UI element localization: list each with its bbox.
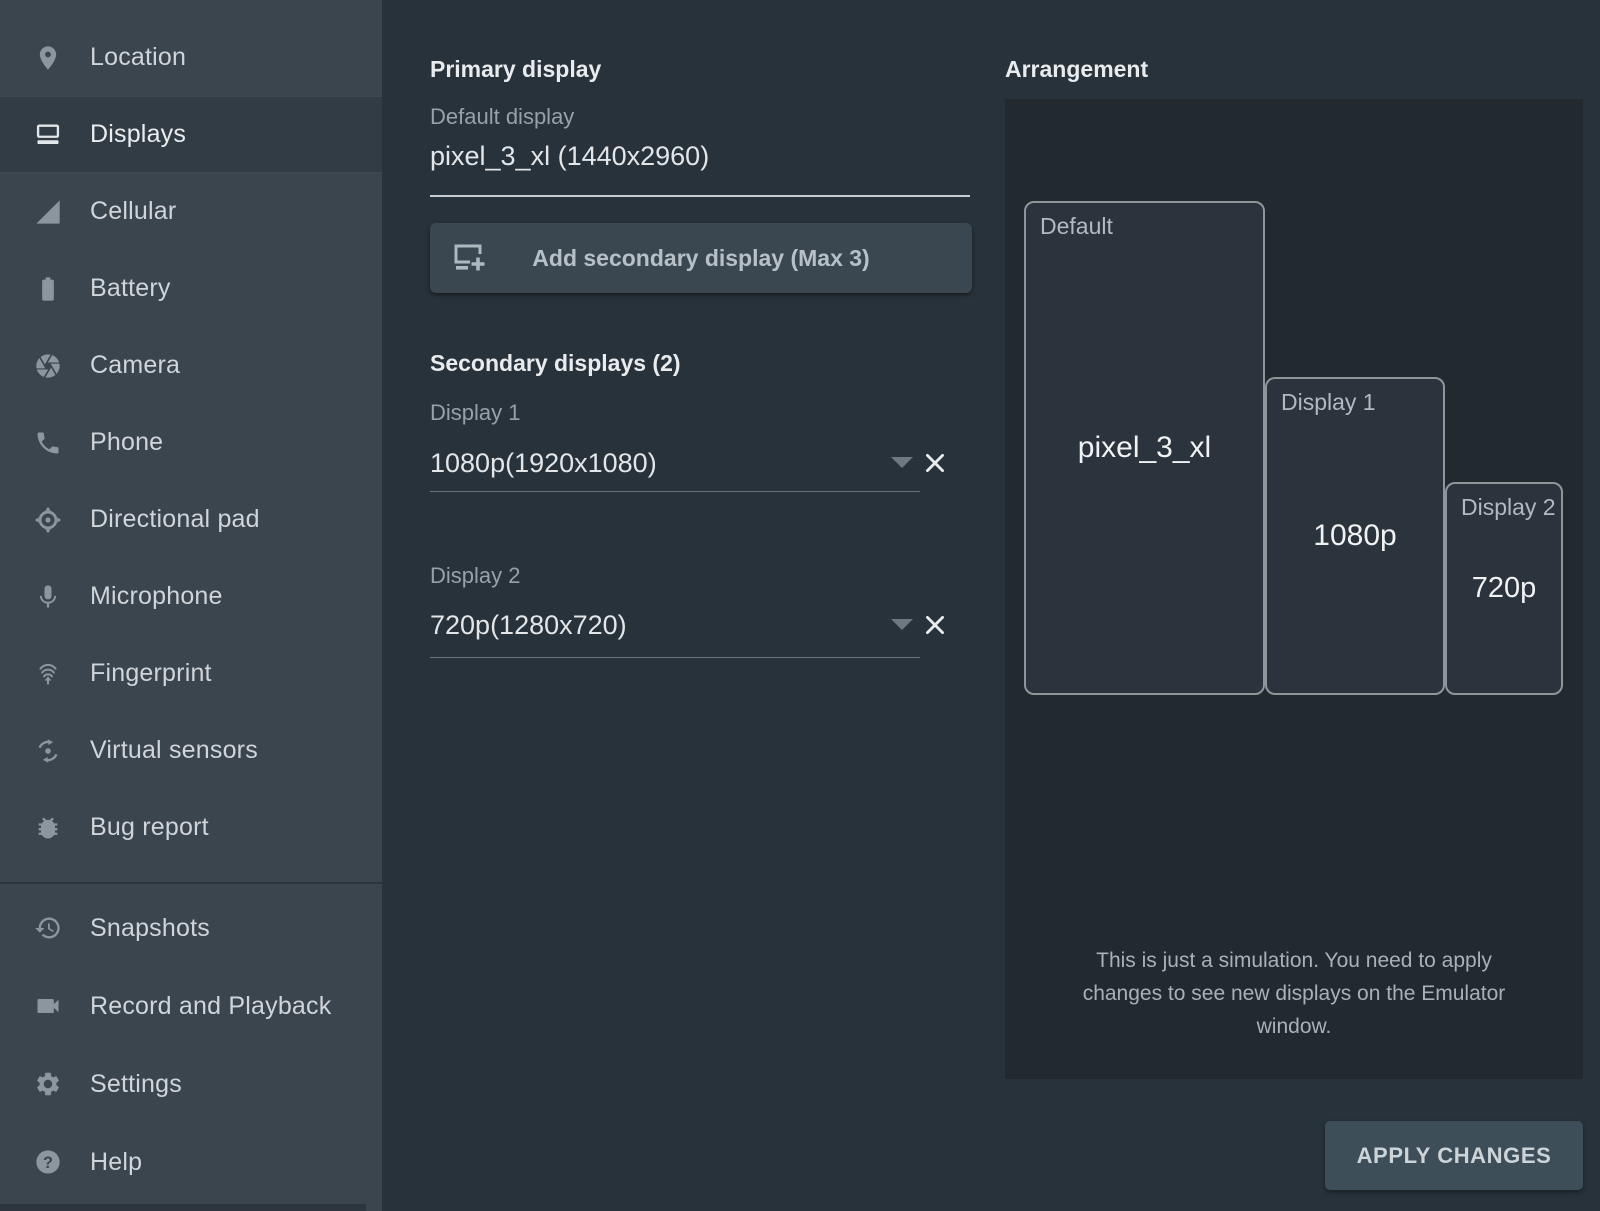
secondary-displays-heading: Secondary displays (2) <box>430 350 681 377</box>
display-2-underline <box>430 657 920 658</box>
sidebar-item-label: Settings <box>90 1070 182 1099</box>
display-1-dropdown-value[interactable]: 1080p(1920x1080) <box>430 448 657 479</box>
sidebar: Location Displays Cellular Battery <box>0 0 382 1211</box>
sidebar-item-label: Battery <box>90 274 171 303</box>
bug-report-icon <box>34 814 62 842</box>
default-display-value: pixel_3_xl (1440x2960) <box>430 141 709 172</box>
display-1-label: Display 1 <box>430 400 520 426</box>
sidebar-item-directional-pad[interactable]: Directional pad <box>0 481 382 558</box>
dpad-icon <box>34 506 62 534</box>
arrangement-heading: Arrangement <box>1005 56 1148 83</box>
simulation-note: This is just a simulation. You need to a… <box>1059 944 1529 1043</box>
sidebar-item-label: Location <box>90 43 186 72</box>
arrangement-box-value: pixel_3_xl <box>1026 203 1263 693</box>
arrangement-box-default[interactable]: Default pixel_3_xl <box>1024 201 1265 695</box>
sidebar-item-phone[interactable]: Phone <box>0 404 382 481</box>
virtual-sensors-icon <box>34 737 62 765</box>
fingerprint-icon <box>34 660 62 688</box>
remove-display-1-button[interactable] <box>922 450 948 476</box>
sidebar-item-label: Record and Playback <box>90 992 331 1021</box>
sidebar-item-label: Cellular <box>90 197 176 226</box>
microphone-icon <box>34 583 62 611</box>
sidebar-item-settings[interactable]: Settings <box>0 1045 382 1123</box>
sidebar-item-label: Virtual sensors <box>90 736 258 765</box>
sidebar-item-label: Directional pad <box>90 505 260 534</box>
apply-changes-button[interactable]: APPLY CHANGES <box>1325 1121 1583 1190</box>
add-secondary-display-label: Add secondary display (Max 3) <box>430 245 972 272</box>
sidebar-item-label: Bug report <box>90 813 209 842</box>
sidebar-item-label: Phone <box>90 428 163 457</box>
svg-text:?: ? <box>43 1154 53 1172</box>
sidebar-item-virtual-sensors[interactable]: Virtual sensors <box>0 712 382 789</box>
chevron-down-icon[interactable] <box>891 457 913 468</box>
cellular-icon <box>34 198 62 226</box>
sidebar-item-help[interactable]: ? Help <box>0 1123 382 1201</box>
extended-controls-window: Location Displays Cellular Battery <box>0 0 1600 1211</box>
sidebar-item-label: Help <box>90 1148 142 1177</box>
phone-icon <box>34 429 62 457</box>
add-secondary-display-button[interactable]: Add secondary display (Max 3) <box>430 223 972 293</box>
primary-display-heading: Primary display <box>430 56 601 83</box>
snapshots-icon <box>34 914 62 942</box>
sidebar-item-record-and-playback[interactable]: Record and Playback <box>0 967 382 1045</box>
display-2-label: Display 2 <box>430 563 520 589</box>
arrangement-box-value: 720p <box>1447 484 1561 693</box>
sidebar-bottom-strip <box>0 1204 366 1211</box>
camera-icon <box>34 352 62 380</box>
remove-display-2-button[interactable] <box>922 612 948 638</box>
sidebar-divider <box>0 882 382 884</box>
sidebar-item-bug-report[interactable]: Bug report <box>0 789 382 866</box>
sidebar-section-main: Location Displays Cellular Battery <box>0 19 382 866</box>
default-display-underline <box>430 195 970 197</box>
settings-icon <box>34 1070 62 1098</box>
arrangement-box-value: 1080p <box>1267 379 1443 693</box>
sidebar-item-label: Snapshots <box>90 914 210 943</box>
sidebar-item-label: Camera <box>90 351 180 380</box>
sidebar-item-label: Microphone <box>90 582 223 611</box>
arrangement-box-display-2[interactable]: Display 2 720p <box>1445 482 1563 695</box>
sidebar-item-cellular[interactable]: Cellular <box>0 173 382 250</box>
displays-icon <box>34 121 62 149</box>
sidebar-item-label: Displays <box>90 120 186 149</box>
display-1-underline <box>430 491 920 492</box>
arrangement-box-display-1[interactable]: Display 1 1080p <box>1265 377 1445 695</box>
help-icon: ? <box>34 1148 62 1176</box>
sidebar-item-displays[interactable]: Displays <box>0 96 382 173</box>
record-icon <box>34 992 62 1020</box>
chevron-down-icon[interactable] <box>891 619 913 630</box>
arrangement-panel: Default pixel_3_xl Display 1 1080p Displ… <box>1005 99 1583 1079</box>
display-2-dropdown-value[interactable]: 720p(1280x720) <box>430 610 627 641</box>
battery-icon <box>34 275 62 303</box>
location-icon <box>34 44 62 72</box>
sidebar-item-battery[interactable]: Battery <box>0 250 382 327</box>
sidebar-section-secondary: Snapshots Record and Playback Settings ?… <box>0 889 382 1201</box>
default-display-label: Default display <box>430 104 574 130</box>
sidebar-item-label: Fingerprint <box>90 659 212 688</box>
sidebar-item-microphone[interactable]: Microphone <box>0 558 382 635</box>
sidebar-item-fingerprint[interactable]: Fingerprint <box>0 635 382 712</box>
sidebar-item-snapshots[interactable]: Snapshots <box>0 889 382 967</box>
add-display-icon <box>452 242 488 274</box>
sidebar-item-location[interactable]: Location <box>0 19 382 96</box>
sidebar-item-camera[interactable]: Camera <box>0 327 382 404</box>
